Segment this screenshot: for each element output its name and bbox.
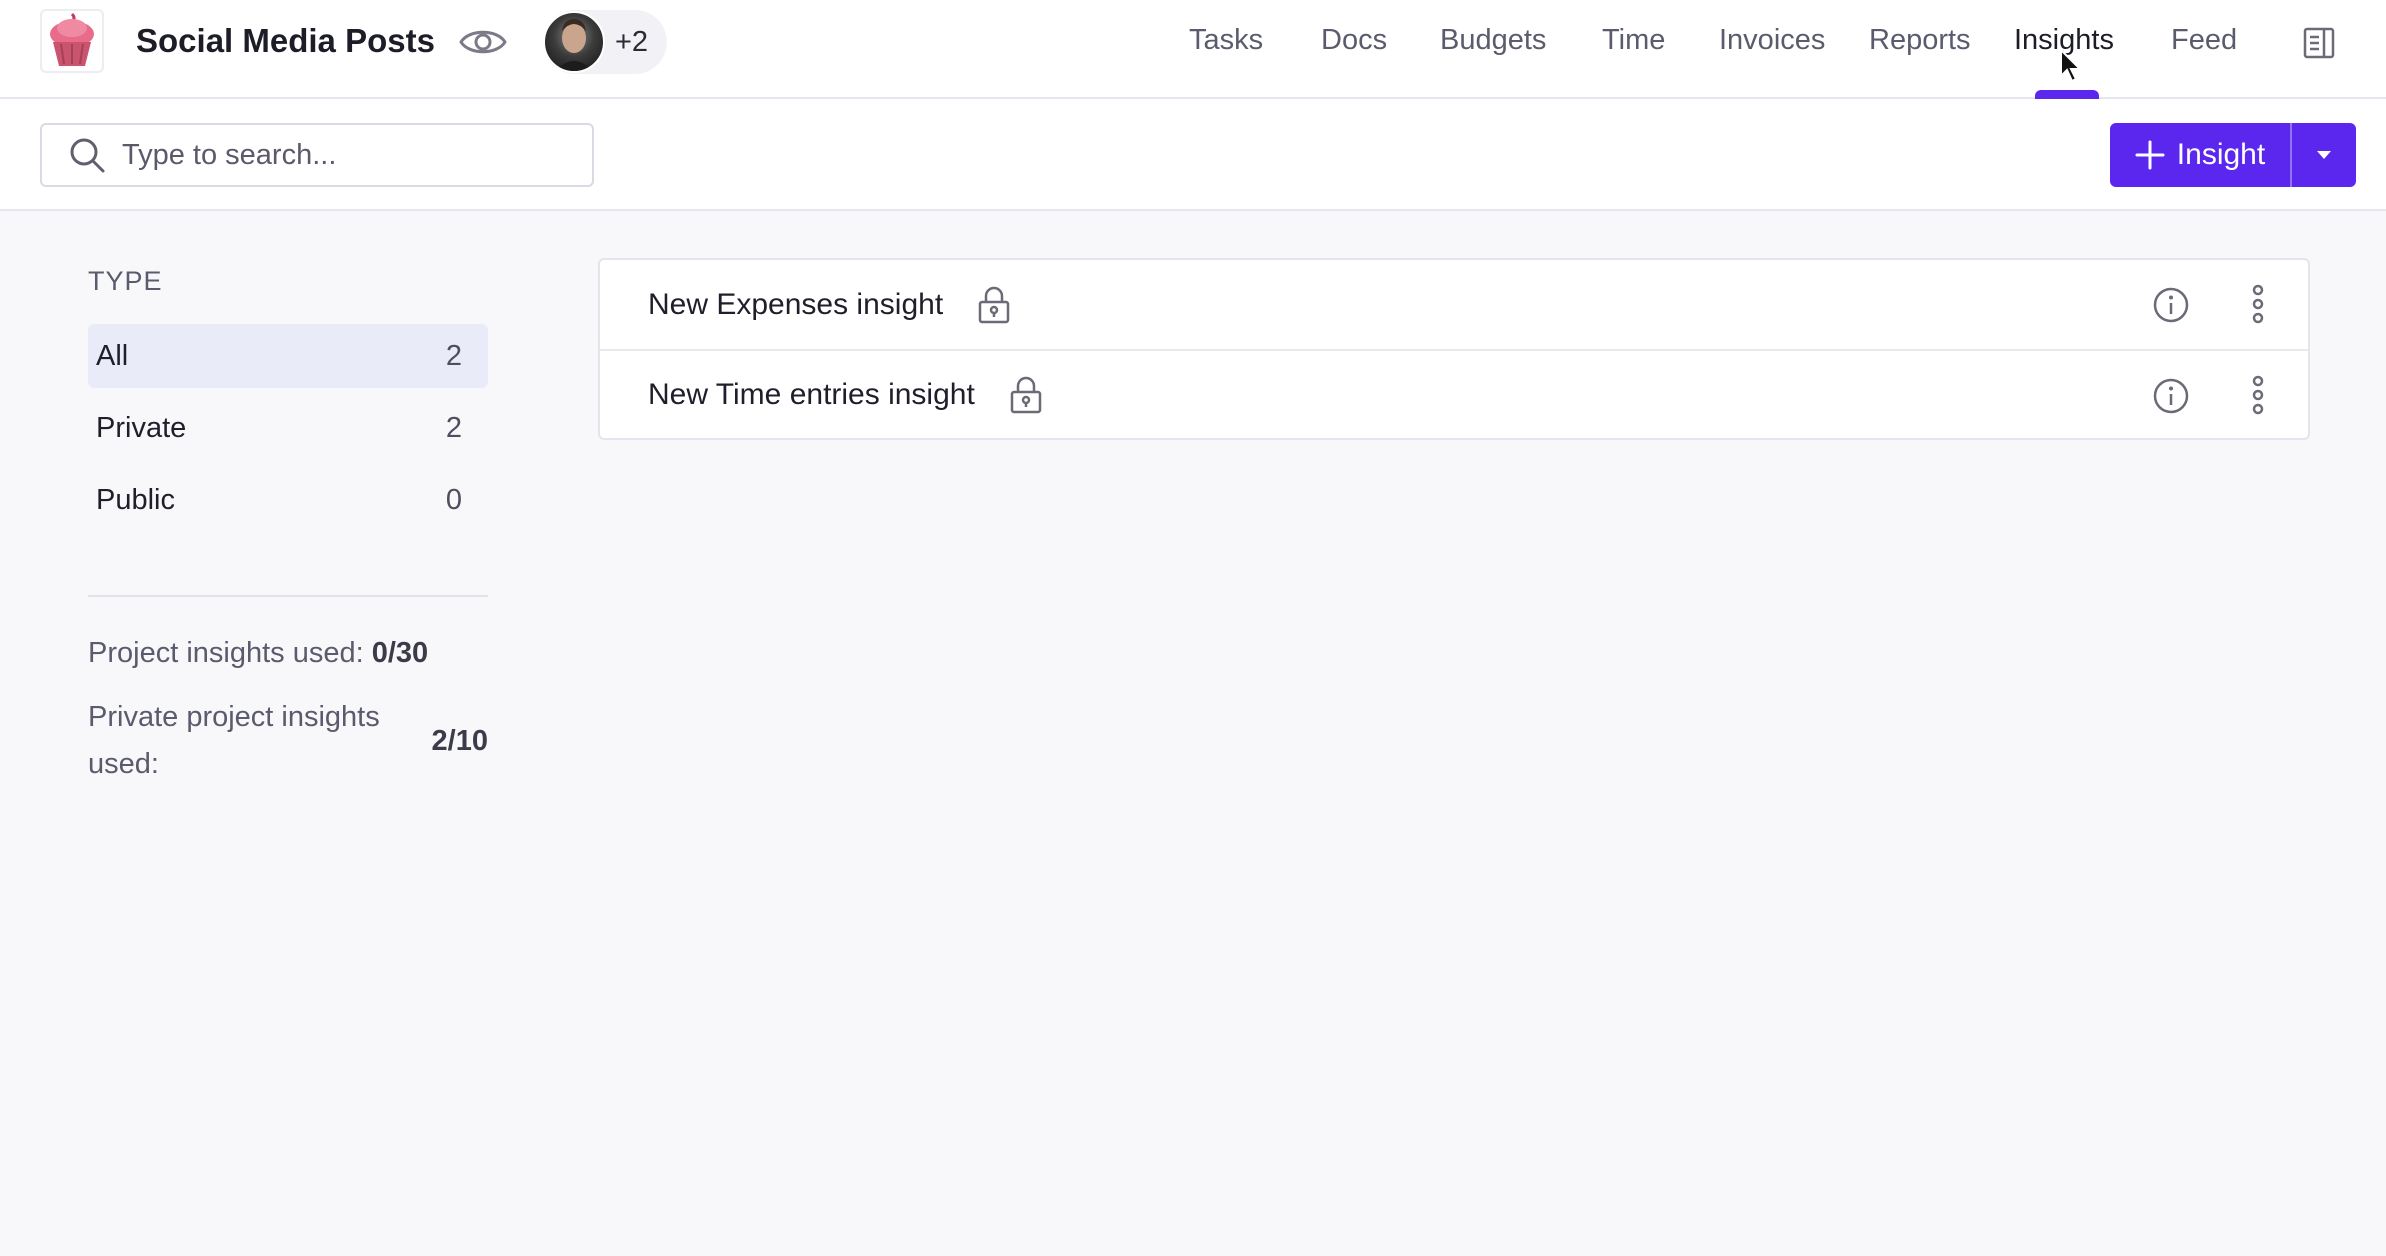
filter-count: 0 [445, 483, 462, 516]
tab-time[interactable]: Time [1602, 24, 1665, 57]
private-insights-usage: Private project insights used: 2/10 [88, 694, 488, 788]
more-vertical-icon[interactable] [2248, 284, 2268, 324]
insight-title[interactable]: New Time entries insight [648, 378, 975, 412]
tab-tasks[interactable]: Tasks [1189, 24, 1263, 57]
filter-count: 2 [445, 411, 462, 444]
list-item[interactable]: New Time entries insight [600, 349, 2308, 438]
usage-label: Project insights used: [88, 637, 364, 669]
lock-icon [978, 286, 1010, 323]
insights-list: New Expenses insight New Time entries in… [598, 258, 2310, 440]
active-tab-indicator [2035, 90, 2099, 99]
tab-docs[interactable]: Docs [1321, 24, 1387, 57]
lock-icon [1010, 376, 1042, 413]
add-insight-split-button: Insight [2110, 123, 2356, 187]
usage-label: Private project insights used: [88, 701, 380, 780]
usage-value: 0/30 [371, 637, 429, 669]
add-options-dropdown[interactable] [2292, 123, 2356, 187]
avatar [543, 11, 605, 73]
tab-feed[interactable]: Feed [2171, 24, 2237, 57]
project-title: Social Media Posts [136, 22, 435, 59]
search-input[interactable] [122, 138, 562, 172]
project-members[interactable]: +2 [543, 10, 667, 74]
filter-label: Private [96, 411, 187, 444]
cursor-icon [2059, 47, 2083, 84]
filter-label: Public [96, 483, 175, 516]
info-icon[interactable] [2152, 286, 2190, 324]
tab-invoices[interactable]: Invoices [1719, 24, 1825, 57]
add-insight-button[interactable]: Insight [2110, 123, 2290, 187]
project-insights-usage: Project insights used: 0/30 [88, 630, 428, 677]
filter-private[interactable]: Private 2 [88, 396, 488, 460]
type-filter-heading: TYPE [88, 266, 163, 296]
add-insight-label: Insight [2176, 138, 2266, 171]
filter-label: All [96, 339, 129, 372]
filter-count: 2 [445, 339, 462, 372]
top-bar: Social Media Posts +2 Tasks Docs Budgets… [0, 0, 2386, 99]
project-logo-icon[interactable] [40, 9, 104, 73]
sidebar-divider [88, 595, 488, 597]
filter-public[interactable]: Public 0 [88, 468, 488, 532]
search-icon [70, 138, 105, 173]
tab-reports[interactable]: Reports [1869, 24, 1971, 57]
caret-down-icon [2317, 151, 2331, 159]
eye-icon[interactable] [458, 22, 508, 62]
insight-title[interactable]: New Expenses insight [648, 288, 943, 322]
info-icon[interactable] [2152, 377, 2190, 415]
plus-icon [2135, 140, 2165, 170]
usage-value: 2/10 [431, 724, 488, 757]
list-item[interactable]: New Expenses insight [600, 260, 2308, 349]
more-vertical-icon[interactable] [2248, 375, 2268, 415]
toolbar: Insight [0, 99, 2386, 211]
filter-all[interactable]: All 2 [88, 324, 488, 388]
tab-budgets[interactable]: Budgets [1440, 24, 1546, 57]
members-count: +2 [615, 25, 649, 58]
search-box[interactable] [40, 123, 594, 187]
docs-panel-icon[interactable] [2302, 26, 2336, 60]
